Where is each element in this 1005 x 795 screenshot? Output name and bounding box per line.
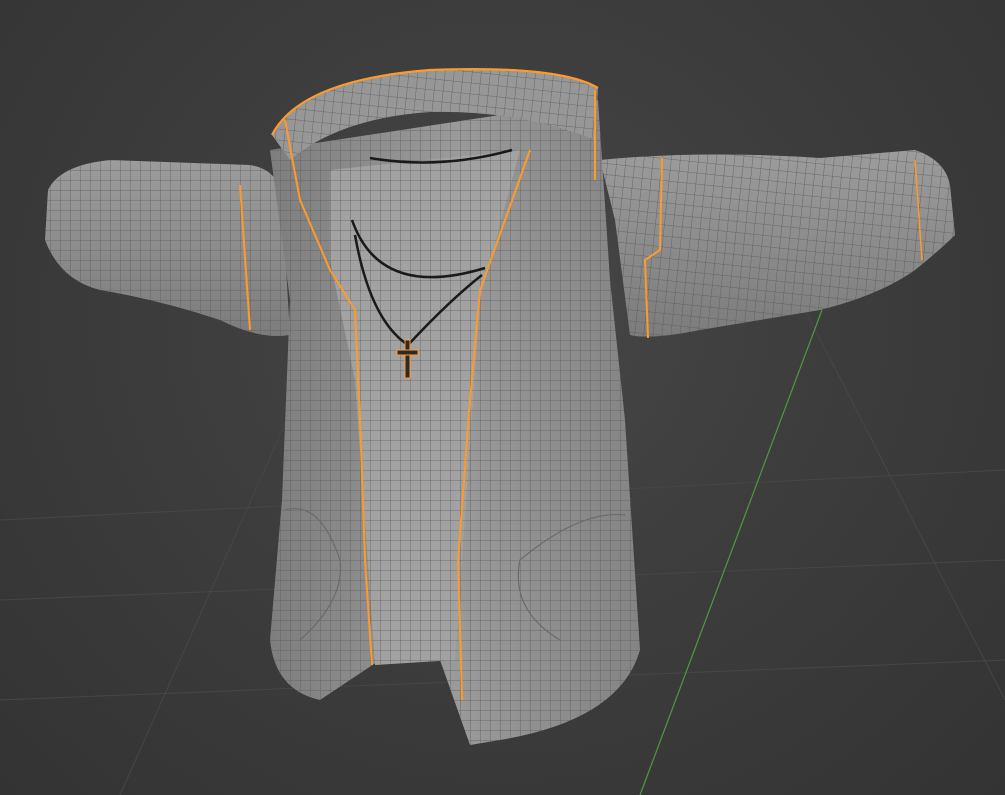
3d-viewport[interactable]: [0, 0, 1005, 795]
right-sleeve[interactable]: [600, 150, 955, 339]
viewport-canvas[interactable]: [0, 0, 1005, 795]
y-axis-line: [639, 309, 823, 795]
left-sleeve[interactable]: [45, 160, 290, 336]
